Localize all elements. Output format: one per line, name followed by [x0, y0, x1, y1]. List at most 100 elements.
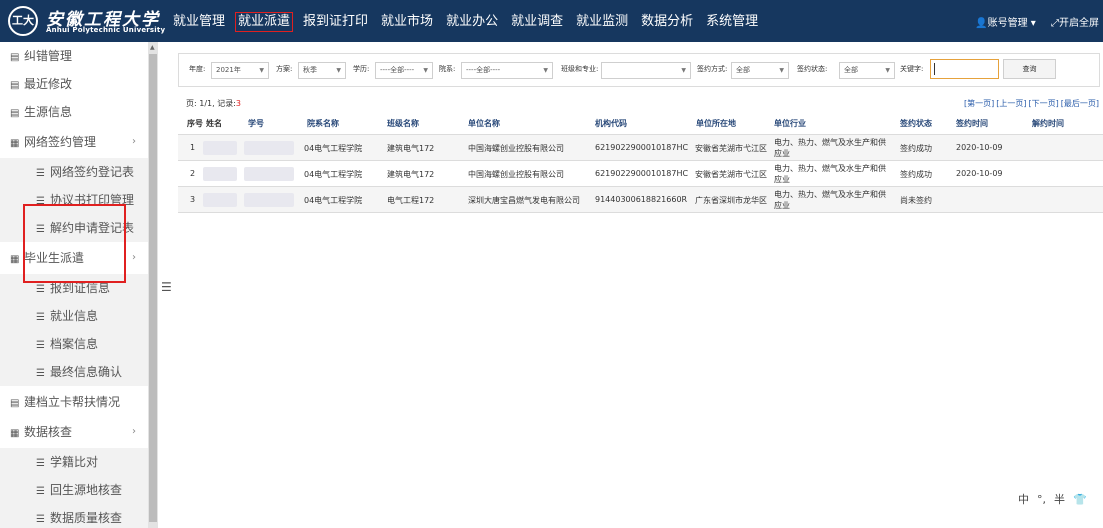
sidebar-item-employment-info[interactable]: ☰ 就业信息	[0, 302, 148, 330]
top-right-actions: 👤账号管理 ▾ ⤢开启全屏	[963, 14, 1099, 29]
chevron-right-icon: ›	[132, 252, 136, 263]
redacted-student-id	[244, 167, 294, 181]
cell-department: 04电气工程学院	[304, 170, 363, 179]
last-page-link[interactable]: [最后一页]	[1061, 99, 1099, 108]
cell-no: 1	[190, 143, 196, 152]
doc-icon: ☰	[36, 340, 45, 351]
nav-item-report-print[interactable]: 报到证打印	[300, 12, 371, 32]
education-select[interactable]: ----全部---- ▼	[375, 62, 433, 79]
cell-sign-status: 签约成功	[900, 144, 932, 153]
prev-page-link[interactable]: [上一页]	[996, 99, 1026, 108]
sidebar-toggle-icon[interactable]: ☰	[161, 280, 172, 294]
sidebar-item-enrollment-compare[interactable]: ☰ 学籍比对	[0, 448, 148, 476]
list-icon: ▤	[10, 398, 20, 409]
list-icon: ▤	[10, 52, 20, 63]
university-logo[interactable]: 工大 安徽工程大学 Anhui Polytechnic University	[6, 5, 165, 37]
table-row[interactable]: 2 04电气工程学院 建筑电气172 中国海螺创业控股有限公司 62190229…	[178, 161, 1103, 187]
table-row[interactable]: 3 04电气工程学院 电气工程172 深圳大唐宝昌燃气发电有限公司 914403…	[178, 187, 1103, 213]
sign-method-label: 签约方式:	[697, 65, 728, 73]
cell-class: 建筑电气172	[387, 170, 435, 179]
top-navbar: 工大 安徽工程大学 Anhui Polytechnic University 就…	[0, 0, 1103, 42]
cell-department: 04电气工程学院	[304, 144, 363, 153]
cell-company: 深圳大唐宝昌燃气发电有限公司	[468, 196, 580, 205]
next-page-link[interactable]: [下一页]	[1029, 99, 1059, 108]
nav-item-employment-dispatch[interactable]: 就业派遣	[235, 12, 294, 32]
query-button[interactable]: 查询	[1003, 59, 1056, 79]
table-row[interactable]: 1 04电气工程学院 建筑电气172 中国海螺创业控股有限公司 62190229…	[178, 135, 1103, 161]
cell-location: 广东省深圳市龙华区	[695, 196, 767, 205]
main-nav: 就业管理 就业派遣 报到证打印 就业市场 就业办公 就业调查 就业监测 数据分析 系统管理	[170, 12, 768, 32]
col-department: 院系名称	[307, 119, 339, 128]
ime-lang-toggle[interactable]: 中	[1018, 493, 1029, 506]
redacted-name	[203, 141, 237, 155]
sign-method-select[interactable]: 全部 ▼	[731, 62, 789, 79]
nav-item-employment-monitor[interactable]: 就业监测	[573, 12, 631, 32]
sidebar-item-quality-check[interactable]: ☰ 数据质量核查	[0, 504, 148, 528]
cell-org-code: 6219022900010187HC	[595, 143, 689, 152]
sidebar-item-signing-register[interactable]: ☰ 网络签约登记表	[0, 158, 148, 186]
cell-department: 04电气工程学院	[304, 196, 363, 205]
sidebar-item-recent-changes[interactable]: ▤ 最近修改	[0, 70, 148, 98]
doc-icon: ☰	[36, 486, 45, 497]
cell-company: 中国海螺创业控股有限公司	[468, 144, 564, 153]
class-major-label: 班级和专业:	[561, 65, 599, 73]
department-label: 院系:	[439, 65, 456, 73]
ime-toolbar[interactable]: 中 °, 半 👕	[1018, 491, 1095, 507]
doc-icon: ☰	[36, 368, 45, 379]
col-sign-time: 签约时间	[956, 119, 988, 128]
sidebar-item-archive-info[interactable]: ☰ 档案信息	[0, 330, 148, 358]
sidebar-item-student-source[interactable]: ▤ 生源信息	[0, 98, 148, 126]
highlight-annotation-box	[23, 204, 126, 283]
class-major-select[interactable]: ▼	[601, 62, 691, 79]
fullscreen-button[interactable]: ⤢开启全屏	[1051, 14, 1099, 29]
plan-select[interactable]: 秋季 ▼	[298, 62, 346, 79]
sidebar-item-online-signing[interactable]: ▦ 网络签约管理 ›	[0, 128, 148, 156]
cell-company: 中国海螺创业控股有限公司	[468, 170, 564, 179]
sidebar-item-origin-check[interactable]: ☰ 回生源地核查	[0, 476, 148, 504]
cell-industry: 电力、热力、燃气及水生产和供应业	[774, 164, 886, 184]
nav-item-system-management[interactable]: 系统管理	[703, 12, 761, 32]
cell-location: 安徽省芜湖市弋江区	[695, 144, 767, 153]
col-class: 班级名称	[387, 119, 419, 128]
col-no: 序号	[187, 119, 203, 128]
sign-status-label: 签约状态:	[797, 65, 828, 73]
sidebar-item-data-check[interactable]: ▦ 数据核查 ›	[0, 418, 148, 446]
sidebar-scrollbar[interactable]: ▲	[148, 42, 158, 528]
nav-item-job-market[interactable]: 就业市场	[378, 12, 436, 32]
col-industry: 单位行业	[774, 119, 806, 128]
scrollbar-thumb[interactable]	[149, 54, 157, 522]
cell-org-code: 91440300618821660R	[595, 195, 688, 204]
keyword-input[interactable]	[930, 59, 999, 79]
caret-down-icon: ▼	[423, 67, 428, 74]
cell-sign-status: 尚未签约	[900, 196, 932, 205]
table-header: 序号 姓名 学号 院系名称 班级名称 单位名称 机构代码 单位所在地 单位行业 …	[178, 113, 1103, 135]
first-page-link[interactable]: [第一页]	[964, 99, 994, 108]
redacted-name	[203, 193, 237, 207]
redacted-name	[203, 167, 237, 181]
sidebar-item-final-confirm[interactable]: ☰ 最终信息确认	[0, 358, 148, 386]
caret-down-icon: ▼	[885, 67, 890, 74]
ime-width-toggle[interactable]: 半	[1054, 493, 1065, 506]
year-select[interactable]: 2021年 ▼	[211, 62, 269, 79]
nav-item-employment-management[interactable]: 就业管理	[170, 12, 228, 32]
nav-item-employment-office[interactable]: 就业办公	[443, 12, 501, 32]
page-info: 页: 1/1, 记录:3	[186, 99, 241, 108]
education-label: 学历:	[353, 65, 370, 73]
account-menu[interactable]: 👤账号管理 ▾	[975, 14, 1036, 29]
nav-item-data-analysis[interactable]: 数据分析	[638, 12, 696, 32]
col-company: 单位名称	[468, 119, 500, 128]
cell-org-code: 6219022900010187HC	[595, 169, 689, 178]
department-select[interactable]: ----全部---- ▼	[461, 62, 553, 79]
redacted-student-id	[244, 193, 294, 207]
ime-punct-toggle[interactable]: °,	[1037, 493, 1046, 506]
ime-skin-icon[interactable]: 👕	[1073, 493, 1087, 506]
plan-label: 方案:	[276, 65, 293, 73]
doc-icon: ☰	[36, 312, 45, 323]
nav-item-employment-survey[interactable]: 就业调查	[508, 12, 566, 32]
sidebar-item-error-correction[interactable]: ▤ 纠错管理	[0, 42, 148, 70]
sidebar-item-poverty-support[interactable]: ▤ 建档立卡帮扶情况	[0, 388, 148, 416]
doc-icon: ☰	[36, 514, 45, 525]
sign-status-select[interactable]: 全部 ▼	[839, 62, 895, 79]
text-cursor	[934, 63, 935, 75]
scroll-up-arrow-icon[interactable]: ▲	[150, 44, 155, 51]
